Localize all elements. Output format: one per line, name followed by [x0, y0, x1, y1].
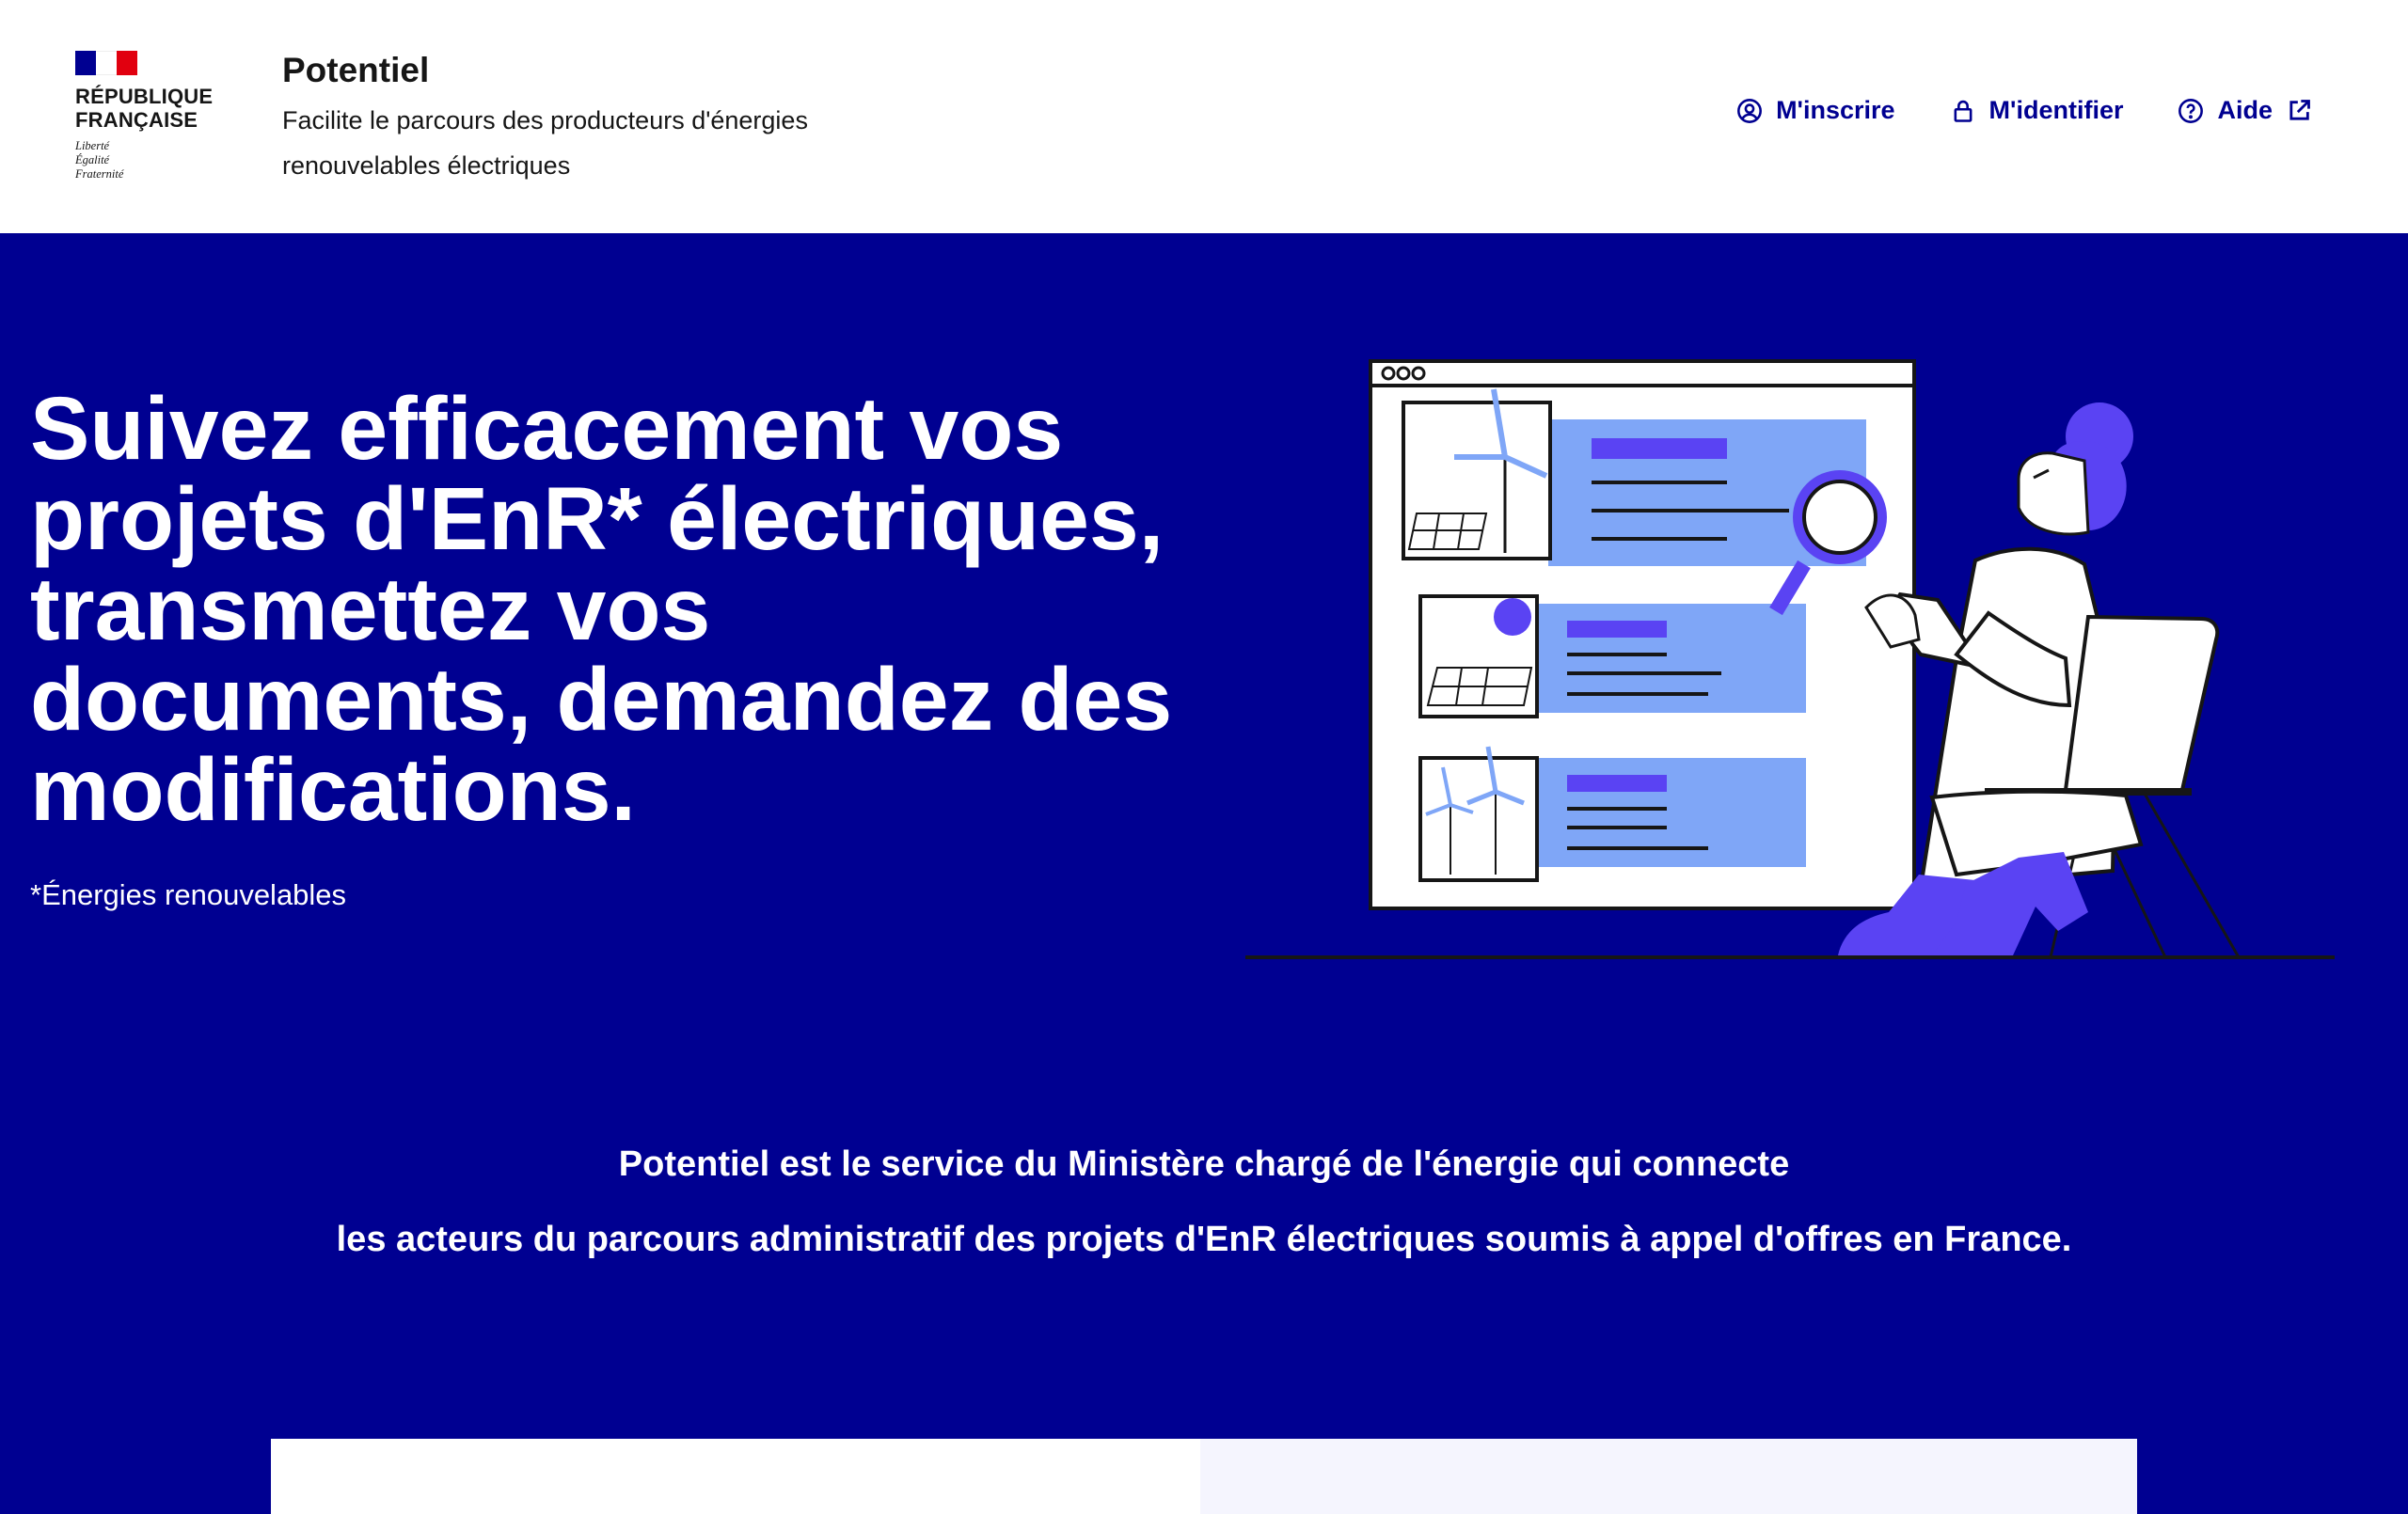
site-header: RÉPUBLIQUE FRANÇAISE Liberté Égalité Fra…	[0, 0, 2408, 233]
help-label: Aide	[2217, 96, 2273, 124]
external-link-icon	[2289, 99, 2310, 120]
login-link[interactable]: M'identifier	[1950, 96, 2124, 125]
content-card-left	[271, 1439, 1200, 1514]
service-intro: Potentiel est le service du Ministère ch…	[0, 1127, 2408, 1277]
content-card	[271, 1439, 2137, 1514]
signup-link[interactable]: M'inscrire	[1736, 96, 1895, 125]
service-intro-line1: Potentiel est le service du Ministère ch…	[618, 1144, 1790, 1184]
service-identity: Potentiel Facilite le parcours des produ…	[282, 47, 809, 188]
marianne-flag-icon	[75, 51, 137, 75]
republique-francaise-logo[interactable]: RÉPUBLIQUE FRANÇAISE Liberté Égalité Fra…	[75, 51, 226, 181]
motto-fraternite: Fraternité	[75, 167, 124, 181]
service-title[interactable]: Potentiel	[282, 47, 809, 94]
content-card-right	[1200, 1439, 2137, 1514]
republic-motto: Liberté Égalité Fraternité	[75, 139, 226, 181]
motto-liberte: Liberté	[75, 139, 110, 152]
header-tools-nav: M'inscrire M'identifier Aide	[1736, 96, 2312, 125]
republic-name: RÉPUBLIQUE FRANÇAISE	[75, 85, 226, 132]
service-tagline: Facilite le parcours des producteurs d'é…	[282, 106, 808, 180]
project-monitoring-illustration	[1245, 359, 2335, 959]
help-link[interactable]: Aide	[2178, 96, 2312, 125]
login-label: M'identifier	[1988, 96, 2124, 124]
account-circle-icon	[1737, 98, 1763, 123]
hero-footnote: *Énergies renouvelables	[30, 878, 347, 911]
republic-name-line1: RÉPUBLIQUE	[75, 85, 214, 108]
service-intro-line2: les acteurs du parcours administratif de…	[336, 1220, 2072, 1259]
signup-label: M'inscrire	[1776, 96, 1895, 124]
lock-icon	[1954, 100, 1972, 122]
question-circle-icon	[2178, 98, 2204, 123]
republic-name-line2: FRANÇAISE	[75, 108, 198, 132]
hero-title: Suivez efficacement vos projets d'EnR* é…	[30, 379, 1173, 840]
motto-egalite: Égalité	[75, 153, 110, 166]
